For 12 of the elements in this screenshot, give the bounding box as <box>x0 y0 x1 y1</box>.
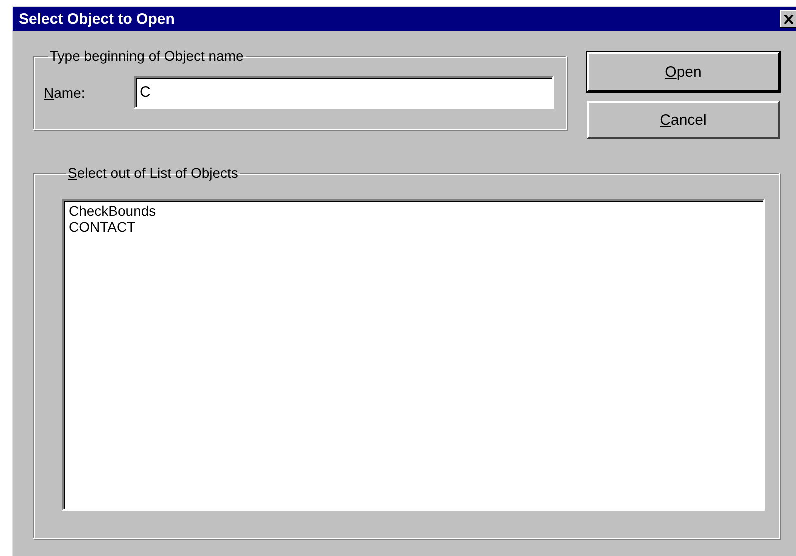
name-field[interactable]: C <box>134 76 554 109</box>
close-icon <box>784 14 794 24</box>
group-title: Select out of List of Objects <box>67 165 240 181</box>
open-button[interactable]: Open <box>587 52 780 92</box>
list-item[interactable]: CONTACT <box>68 219 137 235</box>
group-title: Type beginning of Object name <box>49 48 245 64</box>
object-list[interactable]: CheckBounds CONTACT <box>62 199 765 511</box>
close-button[interactable] <box>780 10 796 28</box>
window-title: Select Object to Open <box>19 10 175 28</box>
list-item[interactable]: CheckBounds <box>68 203 158 219</box>
cancel-button[interactable]: Cancel <box>587 101 780 139</box>
name-label: Name: <box>44 84 86 100</box>
